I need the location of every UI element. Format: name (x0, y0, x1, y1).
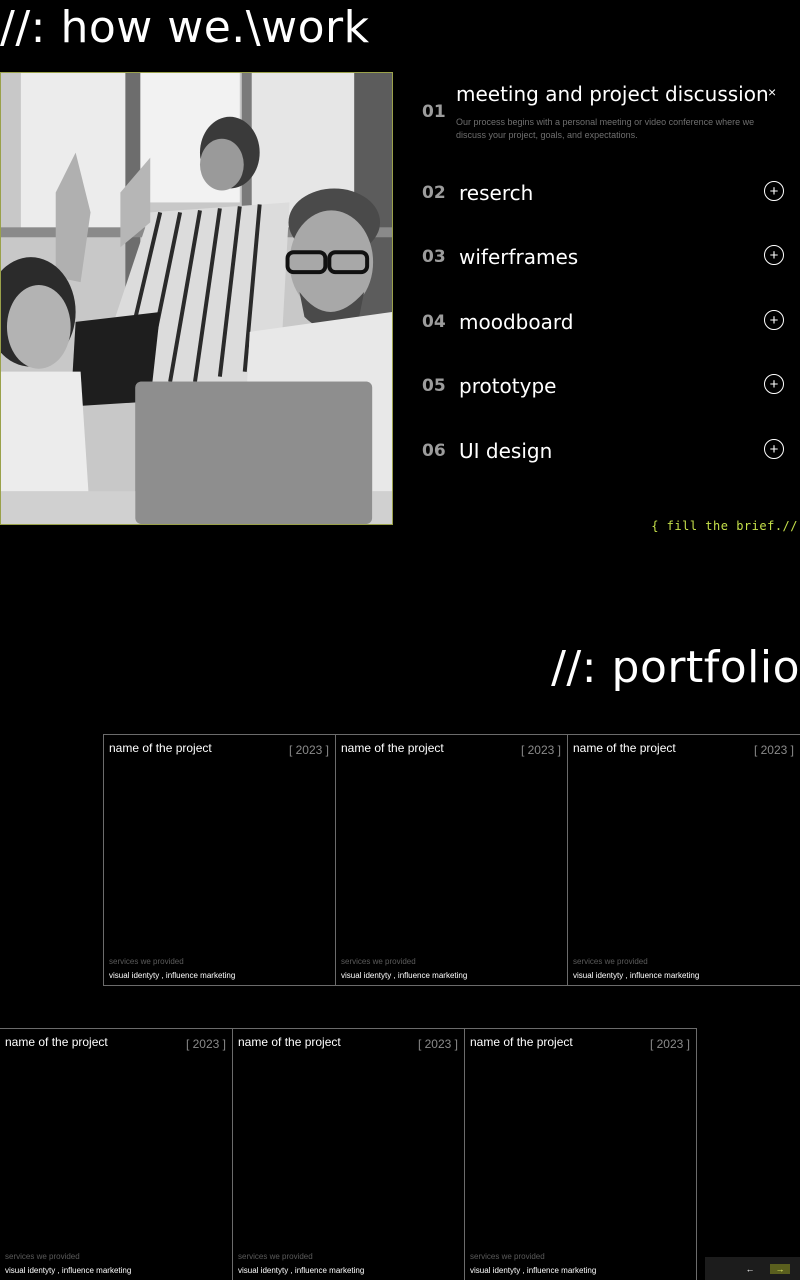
project-card[interactable]: name of the project [ 2023 ] services we… (464, 1029, 697, 1280)
services-list: visual identyty , influence marketing (109, 971, 236, 980)
project-name: name of the project (238, 1035, 341, 1049)
step-number: 04 (422, 312, 446, 332)
plus-icon[interactable]: + (764, 310, 784, 330)
services-label: services we provided (573, 957, 648, 966)
portfolio-pager: ← → (705, 1257, 800, 1280)
step-label: reserch (459, 181, 534, 205)
project-year: [ 2023 ] (753, 743, 794, 757)
step-description: Our process begins with a personal meeti… (456, 117, 755, 140)
step-label: prototype (459, 374, 557, 398)
project-year: [ 2023 ] (649, 1037, 690, 1051)
project-card[interactable]: name of the project [ 2023 ] services we… (335, 735, 567, 985)
project-year: [ 2023 ] (417, 1037, 458, 1051)
project-name: name of the project (573, 741, 676, 755)
plus-icon[interactable]: + (764, 181, 784, 201)
services-list: visual identyty , influence marketing (341, 971, 468, 980)
services-list: visual identyty , influence marketing (470, 1266, 597, 1275)
fill-the-brief-link[interactable]: { fill the brief.// (651, 519, 798, 533)
step-meeting[interactable]: 01 meeting and project discussion × Our … (422, 82, 800, 152)
services-label: services we provided (5, 1252, 80, 1261)
portfolio-row: name of the project [ 2023 ] services we… (103, 734, 800, 986)
step-label: UI design (459, 439, 553, 463)
project-card[interactable]: name of the project [ 2023 ] services we… (567, 735, 800, 985)
services-label: services we provided (238, 1252, 313, 1261)
project-year: [ 2023 ] (185, 1037, 226, 1051)
step-label: wiferframes (459, 245, 579, 269)
services-label: services we provided (470, 1252, 545, 1261)
step-prototype[interactable]: 05 prototype + (422, 373, 800, 403)
arrow-right-icon[interactable]: → (770, 1263, 790, 1274)
step-number: 05 (422, 376, 446, 396)
step-number: 03 (422, 247, 446, 267)
services-list: visual identyty , influence marketing (573, 971, 700, 980)
arrow-left-icon[interactable]: ← (740, 1264, 760, 1274)
step-ui-design[interactable]: 06 UI design + (422, 438, 800, 468)
plus-icon[interactable]: + (764, 374, 784, 394)
project-name: name of the project (109, 741, 212, 755)
close-icon[interactable]: × (768, 84, 776, 100)
step-label: moodboard (459, 310, 574, 334)
project-card[interactable]: name of the project [ 2023 ] services we… (0, 1029, 232, 1280)
step-label: meeting and project discussion (456, 82, 769, 106)
portfolio-row: name of the project [ 2023 ] services we… (0, 1028, 697, 1280)
plus-icon[interactable]: + (764, 245, 784, 265)
services-list: visual identyty , influence marketing (238, 1266, 365, 1275)
step-number: 06 (422, 441, 446, 461)
services-list: visual identyty , influence marketing (5, 1266, 132, 1275)
project-card[interactable]: name of the project [ 2023 ] services we… (232, 1029, 464, 1280)
project-name: name of the project (341, 741, 444, 755)
project-year: [ 2023 ] (288, 743, 329, 757)
services-label: services we provided (109, 957, 184, 966)
step-number: 02 (422, 183, 446, 203)
how-we-work-title: //: how we.\work (0, 2, 370, 53)
team-photo (0, 72, 393, 525)
portfolio-title: //: portfolio (551, 642, 800, 693)
project-name: name of the project (5, 1035, 108, 1049)
step-research[interactable]: 02 reserch + (422, 180, 800, 210)
plus-icon[interactable]: + (764, 439, 784, 459)
step-moodboard[interactable]: 04 moodboard + (422, 309, 800, 339)
step-wireframes[interactable]: 03 wiferframes + (422, 244, 800, 274)
project-name: name of the project (470, 1035, 573, 1049)
project-year: [ 2023 ] (520, 743, 561, 757)
step-number: 01 (422, 102, 446, 122)
project-card[interactable]: name of the project [ 2023 ] services we… (103, 735, 335, 985)
services-label: services we provided (341, 957, 416, 966)
